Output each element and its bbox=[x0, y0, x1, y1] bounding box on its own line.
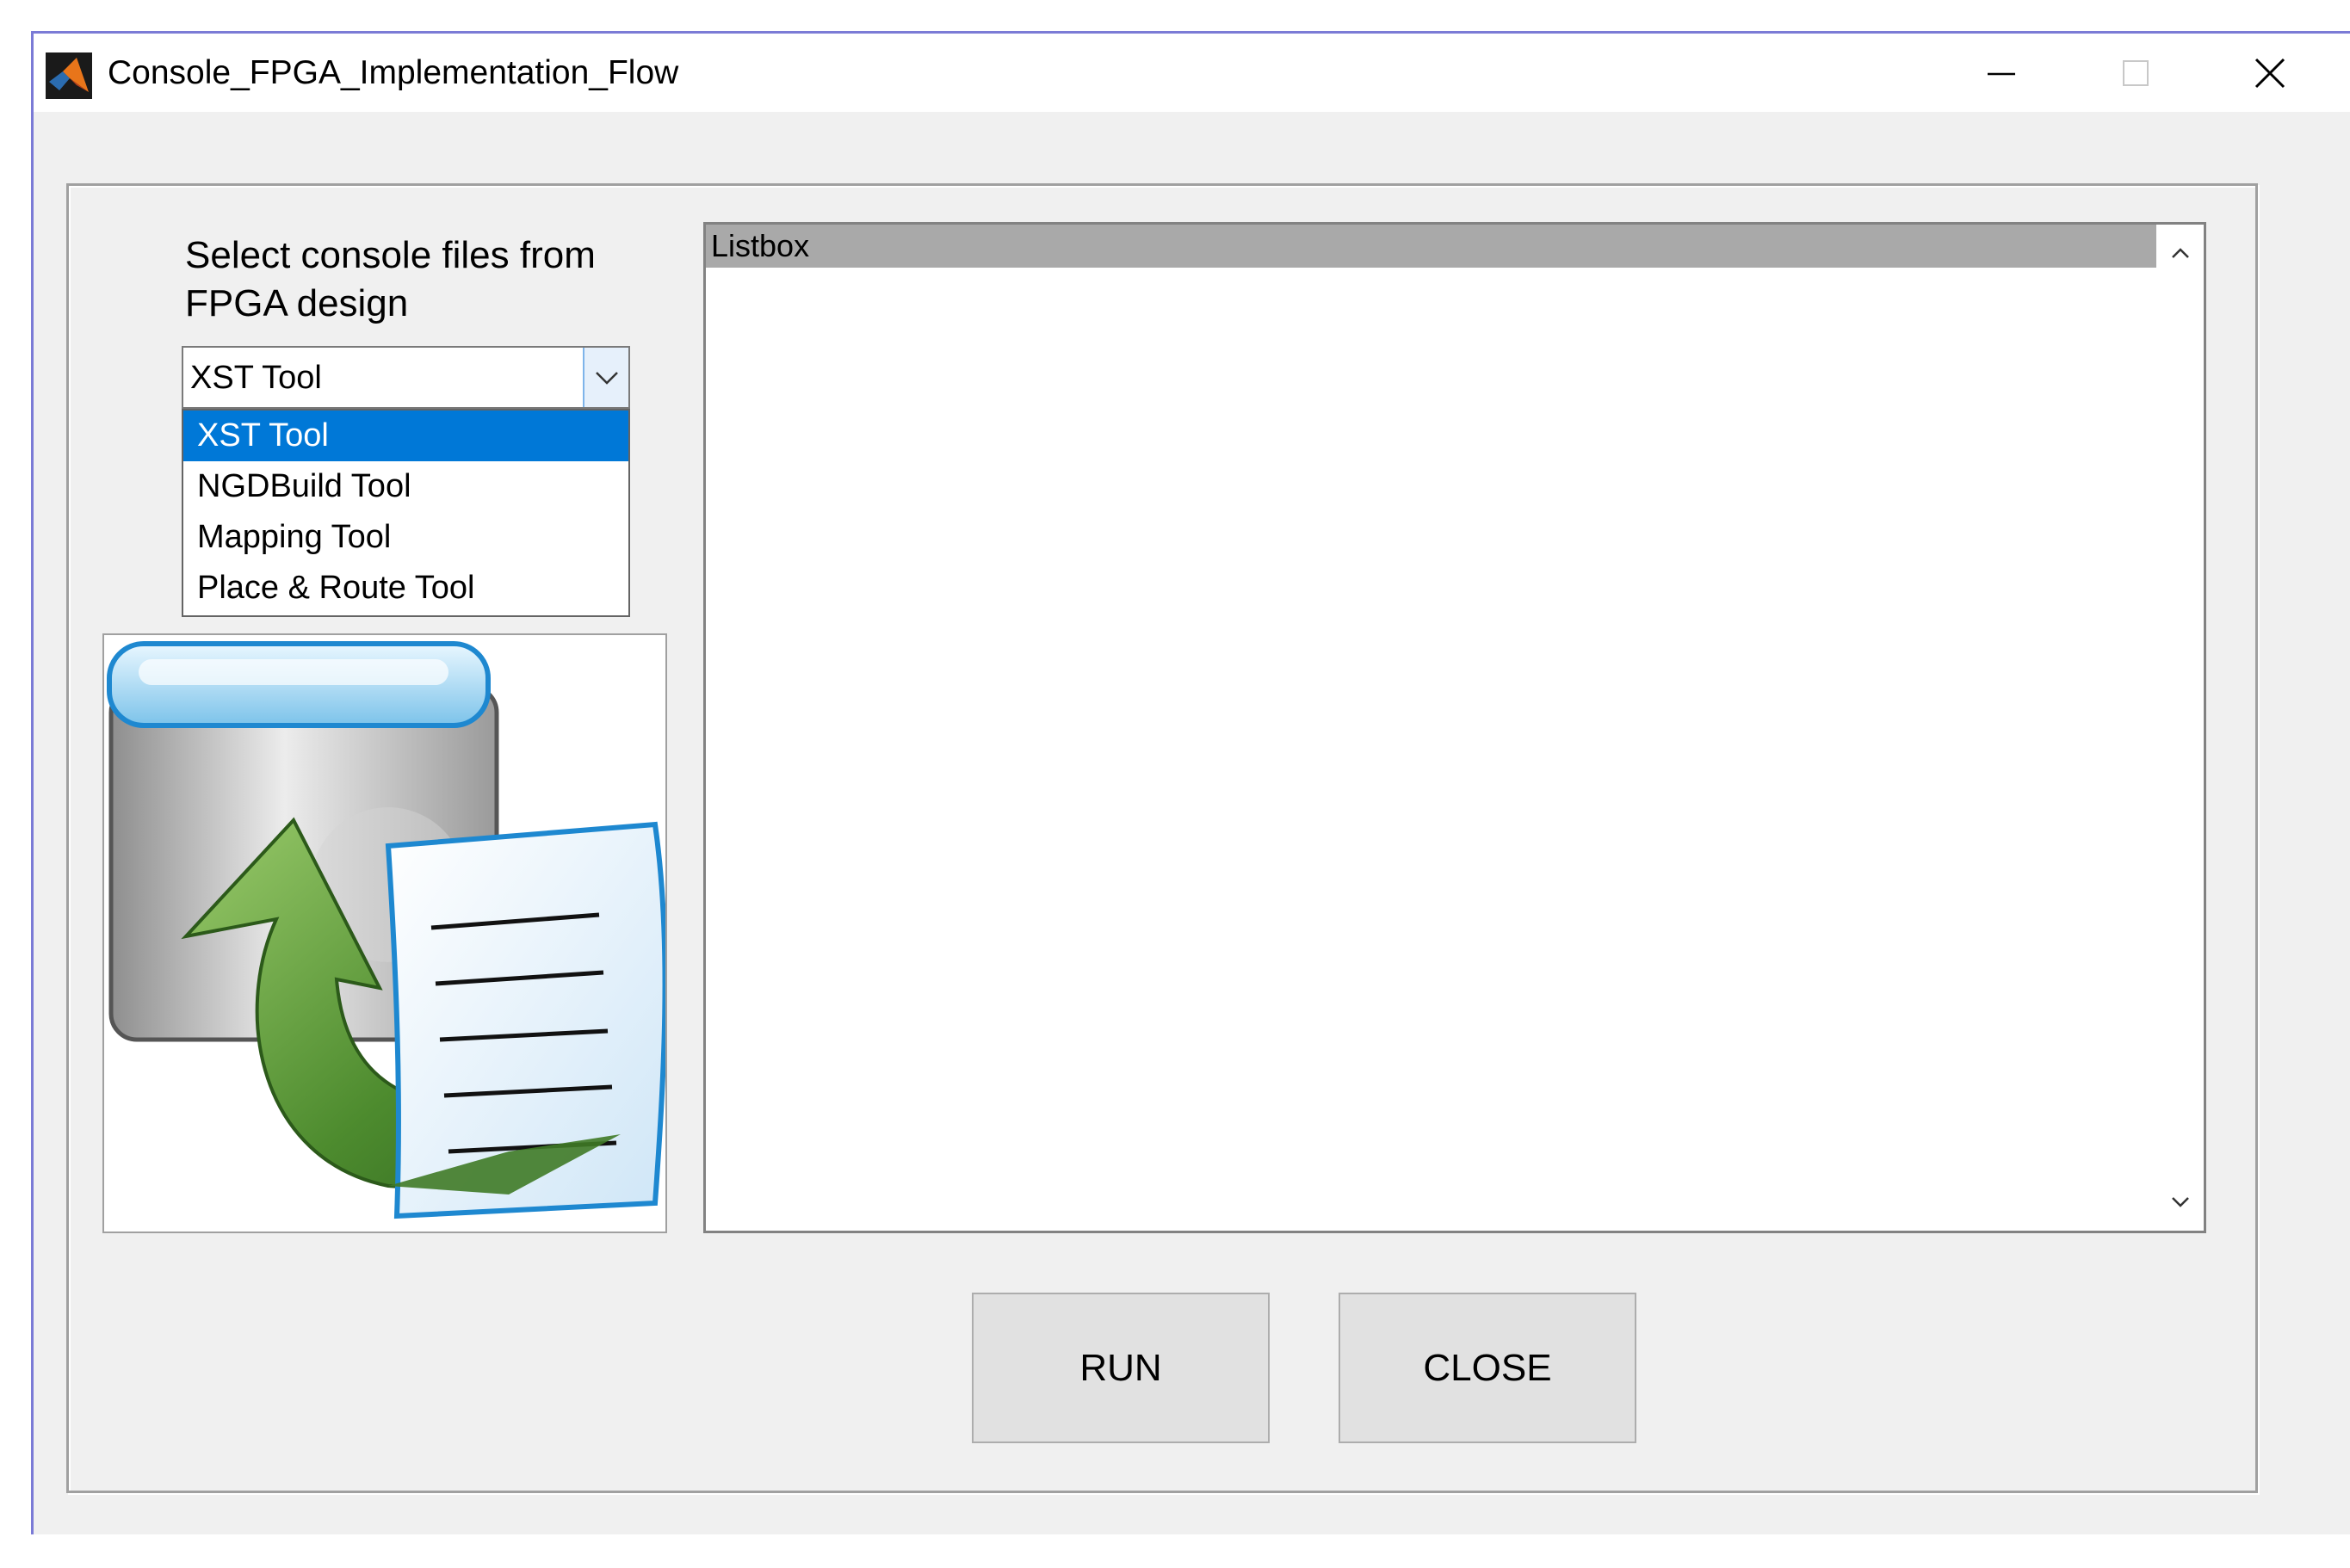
console-listbox[interactable]: Listbox bbox=[703, 222, 2206, 1233]
title-bar[interactable]: Console_FPGA_Implementation_Flow bbox=[34, 34, 2350, 112]
dropdown-selected-value: XST Tool bbox=[190, 360, 322, 396]
dropdown-option-xst-tool[interactable]: XST Tool bbox=[183, 411, 628, 461]
chevron-up-icon bbox=[2171, 248, 2189, 258]
listbox-item[interactable]: Listbox bbox=[706, 225, 2156, 268]
minimize-button[interactable] bbox=[1934, 34, 2069, 112]
window-title: Console_FPGA_Implementation_Flow bbox=[108, 54, 679, 91]
illustration-frame bbox=[102, 633, 668, 1233]
chevron-down-icon bbox=[2171, 1197, 2189, 1207]
minimize-icon bbox=[1988, 72, 2015, 75]
dropdown-options-list: XST Tool NGDBuild Tool Mapping Tool Plac… bbox=[182, 409, 630, 617]
dropdown-option-ngdbuild-tool[interactable]: NGDBuild Tool bbox=[183, 461, 628, 512]
scroll-up-button[interactable] bbox=[2156, 231, 2204, 275]
application-window: Console_FPGA_Implementation_Flow Select … bbox=[31, 31, 2350, 1534]
tool-dropdown[interactable]: XST Tool bbox=[182, 346, 630, 409]
select-console-files-label: Select console files from FPGA design bbox=[185, 234, 596, 324]
console-export-document-icon bbox=[107, 641, 668, 1219]
close-icon bbox=[2254, 58, 2285, 88]
dropdown-option-place-route-tool[interactable]: Place & Route Tool bbox=[183, 563, 628, 614]
listbox-scrollbar[interactable] bbox=[2156, 225, 2204, 1231]
dropdown-option-mapping-tool[interactable]: Mapping Tool bbox=[183, 512, 628, 563]
matlab-logo-icon bbox=[46, 52, 92, 99]
close-window-button[interactable] bbox=[2203, 34, 2337, 112]
close-button[interactable]: CLOSE bbox=[1339, 1293, 1636, 1443]
dropdown-toggle[interactable] bbox=[583, 348, 628, 407]
run-button[interactable]: RUN bbox=[972, 1293, 1270, 1443]
scroll-down-button[interactable] bbox=[2156, 1181, 2204, 1224]
chevron-down-icon bbox=[595, 371, 618, 385]
maximize-icon bbox=[2123, 59, 2149, 86]
maximize-button[interactable] bbox=[2069, 34, 2203, 112]
